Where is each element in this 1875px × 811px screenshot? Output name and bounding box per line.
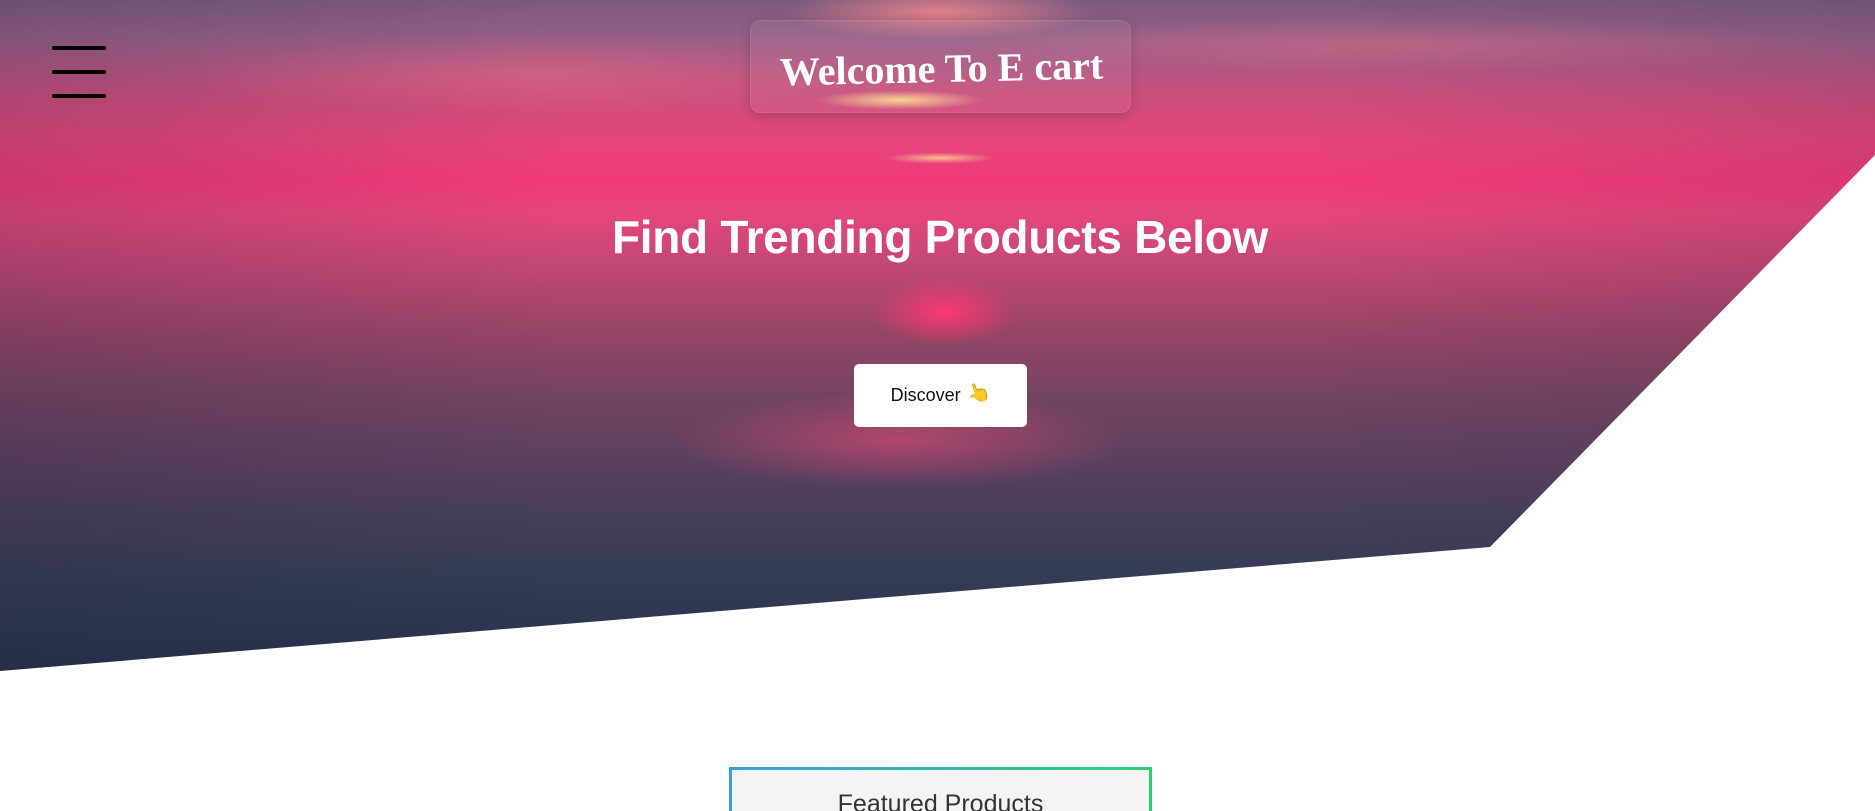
featured-products-title: Featured Products xyxy=(837,790,1044,811)
pointing-hand-icon: 👆 xyxy=(963,379,994,408)
menu-bar xyxy=(52,94,106,98)
hero-heading: Find Trending Products Below xyxy=(611,211,1269,263)
featured-products-header: Featured Products xyxy=(729,767,1152,811)
discover-button[interactable]: Discover 👆 xyxy=(854,364,1027,427)
hamburger-menu-icon[interactable] xyxy=(52,46,107,98)
welcome-title: Welcome To E cart xyxy=(779,42,1104,95)
welcome-banner: Welcome To E cart xyxy=(750,20,1131,113)
menu-bar xyxy=(52,70,106,74)
menu-bar xyxy=(52,46,106,50)
discover-label: Discover xyxy=(890,385,961,405)
